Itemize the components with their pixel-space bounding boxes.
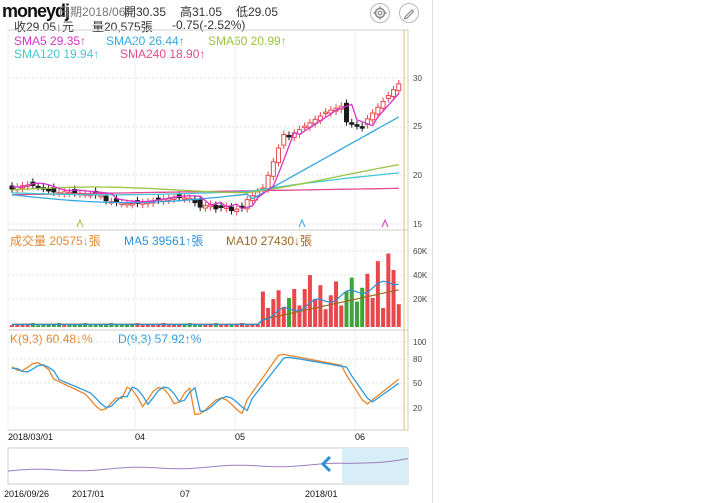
volume-bar-5: [36, 325, 41, 327]
candle-body-17: [98, 194, 104, 198]
volume-bar-66: [354, 301, 359, 327]
candle-body-73: [391, 89, 397, 97]
volume-bar-15: [88, 325, 93, 327]
date-label-2: 05: [235, 432, 246, 442]
date-label-3: 06: [355, 432, 366, 442]
candle-body-23: [129, 203, 135, 206]
kd-tick-0: 100: [413, 338, 427, 347]
volume-bar-40: [219, 325, 224, 327]
volume-tick-0: 60K: [413, 247, 428, 256]
candle-body-21: [119, 202, 125, 206]
volume-bar-63: [339, 305, 344, 327]
volume-tick-2: 20K: [413, 295, 428, 304]
overview-selection: [342, 448, 408, 484]
kd-panel-frame: [7, 329, 409, 431]
price-tick-0: 30: [413, 74, 422, 83]
candle-body-56: [302, 125, 308, 129]
volume-bar-55: [297, 305, 302, 327]
volume-tick-1: 40K: [413, 271, 428, 280]
candle-body-50: [270, 161, 276, 177]
volume-bar-58: [313, 299, 318, 327]
kd-tick-2: 50: [413, 379, 422, 388]
volume-bar-45: [245, 325, 250, 327]
volume-bar-74: [396, 304, 401, 327]
kd-tick-3: 20: [413, 404, 422, 413]
candle-body-66: [354, 124, 360, 127]
chart-panel: moneydj 日期2018/06/ 開30.35 高31.05 低29.05 …: [0, 0, 432, 503]
candle-body-7: [46, 188, 52, 192]
candle-body-52: [281, 133, 287, 146]
candle-body-53: [286, 134, 292, 138]
candle-body-74: [396, 83, 402, 92]
volume-bar-30: [166, 325, 171, 327]
overview-date-3: 2018/01: [305, 489, 338, 499]
overview-date-0: 2016/09/26: [4, 489, 50, 499]
volume-bar-35: [192, 325, 197, 327]
divider: [432, 0, 433, 503]
volume-bar-61: [328, 295, 333, 327]
date-label-1: 04: [135, 432, 146, 442]
candle-body-70: [375, 106, 381, 115]
candle-body-67: [359, 126, 365, 129]
price-tick-1: 25: [413, 122, 422, 131]
chart-canvas: [7, 29, 409, 485]
candle-body-43: [234, 208, 240, 213]
candle-body-37: [202, 205, 208, 209]
candle-body-5: [35, 185, 41, 189]
candle-body-71: [380, 100, 386, 109]
candle-body-49: [265, 174, 271, 190]
volume-bar-71: [381, 308, 386, 327]
volume-bar-68: [365, 273, 370, 327]
volume-bar-65: [349, 277, 354, 327]
candle-body-39: [213, 204, 219, 210]
candle-body-36: [197, 199, 203, 208]
date-label-0: 2018/03/01: [8, 432, 54, 442]
volume-bar-52: [281, 306, 286, 327]
candle-body-72: [385, 95, 391, 99]
candle-body-40: [218, 205, 224, 208]
volume-bar-73: [391, 270, 396, 327]
candle-body-69: [370, 112, 376, 121]
price-tick-2: 20: [413, 171, 422, 180]
volume-bar-25: [140, 325, 145, 327]
overview-date-1: 2017/01: [72, 489, 105, 499]
volume-bar-69: [370, 297, 375, 327]
volume-bar-51: [276, 290, 281, 327]
volume-bar-20: [114, 325, 119, 327]
candle-body-18: [103, 195, 109, 202]
volume-bar-60: [323, 309, 328, 327]
volume-bar-10: [62, 325, 67, 327]
volume-bar-72: [386, 253, 391, 327]
candle-body-51: [276, 147, 282, 164]
volume-bar-64: [344, 291, 349, 327]
volume-bar-54: [292, 289, 297, 327]
candle-body-60: [323, 111, 329, 115]
volume-bar-0: [10, 325, 14, 327]
candle-body-33: [181, 197, 187, 200]
kd-tick-1: 80: [413, 355, 422, 364]
volume-bar-53: [287, 297, 292, 327]
candle-body-31: [171, 197, 177, 200]
candle-body-65: [349, 122, 355, 125]
price-tick-3: 15: [413, 220, 422, 229]
candle-body-42: [229, 206, 235, 212]
candle-body-22: [124, 202, 130, 206]
overview-date-2: 07: [180, 489, 191, 499]
